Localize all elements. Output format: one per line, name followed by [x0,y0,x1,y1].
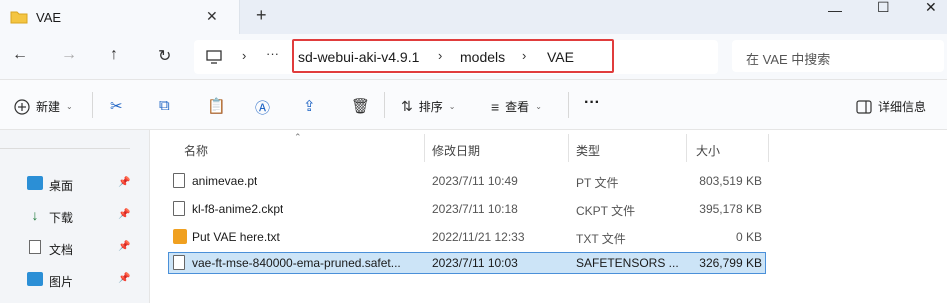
delete-icon[interactable]: 🗑 [351,97,370,115]
search-box[interactable]: 在 VAE 中搜索 [732,40,944,72]
forward-button[interactable]: → [61,46,77,64]
paste-icon[interactable]: 📋 [207,97,226,115]
file-size: 0 KB [735,230,762,244]
view-button-label: 查看 [505,100,530,114]
pin-icon[interactable]: 📌 [118,273,130,284]
cut-icon[interactable]: ✂ [110,97,123,115]
tab-vae[interactable]: VAE ✕ [0,0,240,34]
rename-icon[interactable]: Ⓐ [255,97,270,118]
monitor-icon [206,50,222,64]
chevron-down-icon: ⌄ [66,102,73,111]
new-button-label: 新建 [36,100,61,114]
file-type: TXT 文件 [576,232,626,246]
navigation-pane: 桌面 📌 ↓ 下载 📌 文档 📌 图片 📌 [0,130,150,303]
document-icon [29,240,41,254]
details-pane-label: 详细信息 [878,100,927,114]
folder-icon [10,11,28,24]
file-name: vae-ft-mse-840000-ema-pruned.safet... [192,256,401,270]
file-name: kl-f8-anime2.ckpt [192,202,284,216]
share-icon[interactable]: ⇪ [303,97,316,115]
address-highlight-annotation [292,39,614,73]
sidebar-item-documents[interactable]: 文档 📌 [27,238,137,258]
new-button[interactable]: 新建 ⌄ [14,98,73,115]
file-date: 2022/11/21 12:33 [432,230,525,244]
column-header-type[interactable]: 类型 [576,142,600,159]
table-row[interactable]: kl-f8-anime2.ckpt 2023/7/11 10:18 CKPT 文… [168,198,766,220]
column-header-name[interactable]: 名称 [184,142,208,159]
toolbar-divider [568,92,569,118]
maximize-button[interactable]: ☐ [877,0,890,16]
file-icon [173,173,185,188]
copy-icon[interactable]: ⧉ [159,97,170,114]
sort-button[interactable]: ⇅ 排序 ⌄ [401,98,455,115]
file-size: 326,799 KB [699,256,762,270]
file-size: 395,178 KB [699,202,762,216]
minimize-button[interactable]: — [828,2,842,18]
search-placeholder: 在 VAE 中搜索 [746,52,831,67]
sidebar-item-label: 桌面 [49,179,74,193]
table-row[interactable]: Put VAE here.txt 2022/11/21 12:33 TXT 文件… [168,226,766,248]
more-options-button[interactable]: ··· [584,94,600,112]
sidebar-item-label: 文档 [49,243,74,257]
desktop-icon [27,176,43,190]
file-size: 803,519 KB [699,174,762,188]
file-date: 2023/7/11 10:03 [432,256,518,270]
details-pane-icon [856,99,872,114]
pin-icon[interactable]: 📌 [118,209,130,220]
table-row-selected[interactable]: vae-ft-mse-840000-ema-pruned.safet... 20… [168,252,766,274]
chevron-right-icon[interactable]: › [242,48,246,63]
sidebar-item-desktop[interactable]: 桌面 📌 [27,174,137,194]
title-bar: VAE ✕ + — ☐ ✕ [0,0,947,34]
up-button[interactable]: ↑ [110,46,118,64]
tab-title: VAE [36,10,62,25]
column-header-date[interactable]: 修改日期 [432,142,480,159]
chevron-down-icon: ⌄ [535,102,542,111]
sidebar-item-label: 下载 [49,211,74,225]
picture-icon [27,272,43,286]
download-icon: ↓ [31,207,39,223]
file-type: SAFETENSORS ... [576,256,679,270]
new-tab-button[interactable]: + [256,5,267,26]
sidebar-item-downloads[interactable]: ↓ 下载 📌 [27,206,137,226]
sidebar-item-pictures[interactable]: 图片 📌 [27,270,137,290]
close-window-button[interactable]: ✕ [925,0,937,16]
file-type: CKPT 文件 [576,204,636,218]
column-divider[interactable] [768,134,769,162]
column-divider[interactable] [424,134,425,162]
file-date: 2023/7/11 10:49 [432,174,518,188]
file-icon [173,201,185,216]
plus-circle-icon [14,98,30,115]
sort-button-label: 排序 [418,100,443,114]
toolbar-divider [92,92,93,118]
more-path-button[interactable]: ··· [266,46,279,61]
file-name: animevae.pt [192,174,258,188]
file-date: 2023/7/11 10:18 [432,202,518,216]
chevron-down-icon: ⌄ [448,102,456,111]
column-divider[interactable] [686,134,687,162]
sublime-text-icon [173,229,187,244]
column-divider[interactable] [568,134,569,162]
table-row[interactable]: animevae.pt 2023/7/11 10:49 PT 文件 803,51… [168,170,766,192]
file-name: Put VAE here.txt [192,230,280,244]
sort-ascending-icon: ⌃ [294,132,302,142]
command-toolbar: 新建 ⌄ ✂ ⧉ 📋 Ⓐ ⇪ 🗑 ⇅ 排序 ⌄ ≡ 查看 ⌄ ··· 详细信息 [0,80,947,130]
file-icon [173,255,185,270]
pin-icon[interactable]: 📌 [118,177,130,188]
details-pane-button[interactable]: 详细信息 [856,98,926,115]
sidebar-item-label: 图片 [49,275,74,289]
toolbar-divider [384,92,385,118]
file-list: ⌃ 名称 修改日期 类型 大小 animevae.pt 2023/7/11 10… [150,130,947,303]
view-button[interactable]: ≡ 查看 ⌄ [491,98,542,115]
sidebar-divider [0,148,130,149]
pin-icon[interactable]: 📌 [118,241,130,252]
close-tab-icon[interactable]: ✕ [206,8,218,25]
refresh-button[interactable]: ↻ [158,46,171,66]
file-type: PT 文件 [576,176,619,190]
sort-icon: ⇅ [401,98,413,114]
column-header-size[interactable]: 大小 [696,142,720,159]
view-icon: ≡ [491,98,500,115]
back-button[interactable]: ← [12,46,28,64]
